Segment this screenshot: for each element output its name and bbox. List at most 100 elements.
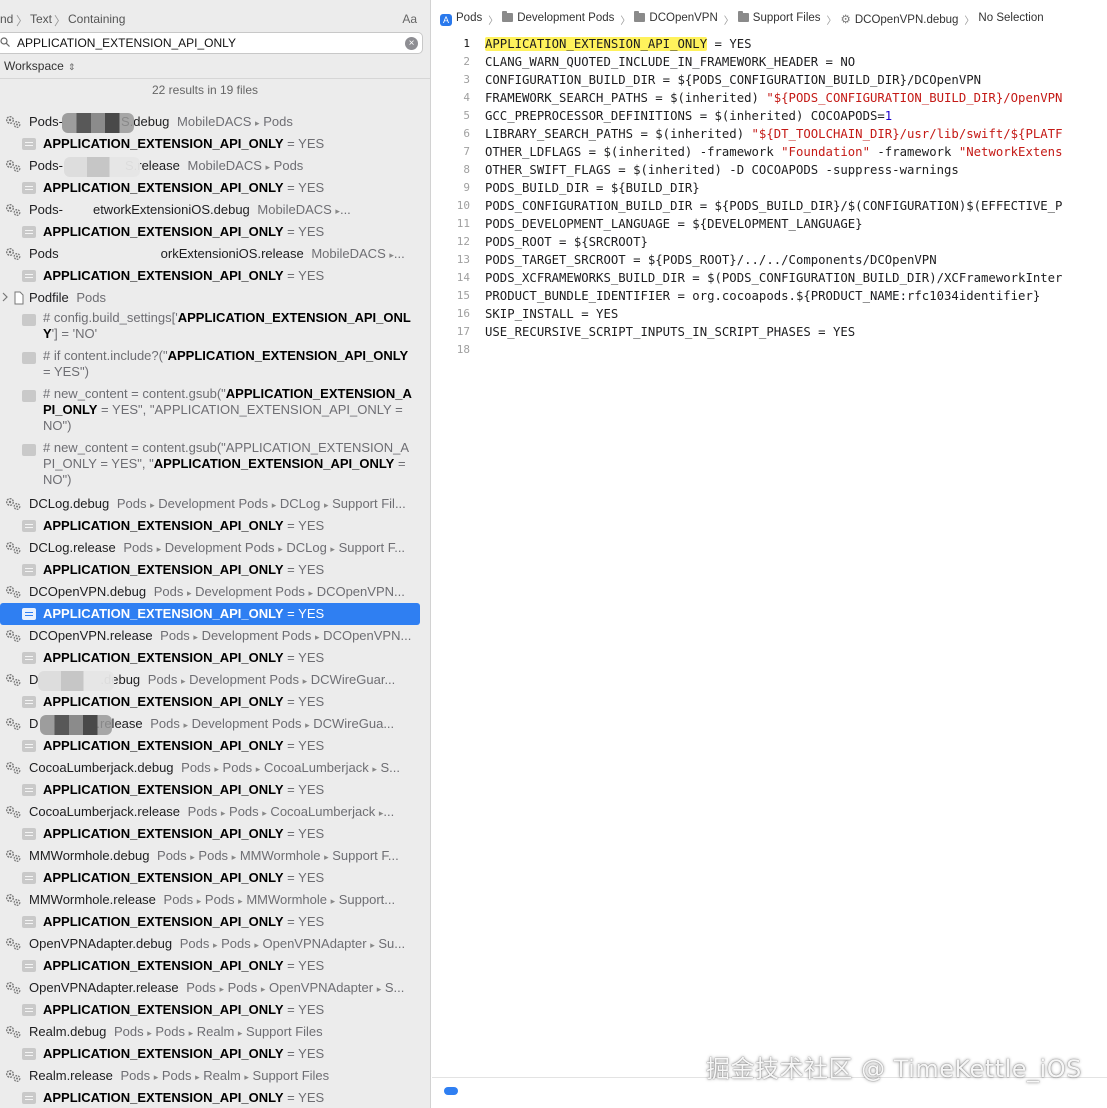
jump-bar-item[interactable]: Support Files [737,11,821,24]
code-line[interactable]: 9 PODS_BUILD_DIR = ${BUILD_DIR} [432,179,1107,197]
result-match-row[interactable]: APPLICATION_EXTENSION_API_ONLY = YES [0,999,430,1021]
result-match-row[interactable]: APPLICATION_EXTENSION_API_ONLY = YES [0,691,430,713]
result-file-row[interactable]: DCLog.release Pods ▸ Development Pods ▸ … [0,537,430,559]
code-line[interactable]: 10 PODS_CONFIGURATION_BUILD_DIR = ${PODS_… [432,197,1107,215]
text-line-icon [22,138,36,150]
code-line[interactable]: 5 GCC_PREPROCESSOR_DEFINITIONS = $(inheri… [432,107,1107,125]
result-file-row[interactable]: Pods- S.debug MobileDACS ▸ Pods [0,111,430,133]
result-match-row[interactable]: APPLICATION_EXTENSION_API_ONLY = YES [0,603,420,625]
breakpoint-toggle-icon[interactable] [444,1087,458,1095]
result-file-row[interactable]: CocoaLumberjack.release Pods ▸ Pods ▸ Co… [0,801,430,823]
code-line[interactable]: 3 CONFIGURATION_BUILD_DIR = ${PODS_CONFIG… [432,71,1107,89]
result-match-row[interactable]: APPLICATION_EXTENSION_API_ONLY = YES [0,911,430,933]
result-match-row[interactable]: APPLICATION_EXTENSION_API_ONLY = YES [0,559,430,581]
chevron-right-icon: ▸ [255,764,261,774]
result-file-row[interactable]: DCLog.debug Pods ▸ Development Pods ▸ DC… [0,493,430,515]
search-input[interactable] [17,35,387,51]
jump-bar-item[interactable]: ⚙ DCOpenVPN.debug [841,12,959,26]
result-file-row[interactable]: Pods-etworkExtensioniOS.debug MobileDACS… [0,199,430,221]
result-file-row[interactable]: OpenVPNAdapter.release Pods ▸ Pods ▸ Ope… [0,977,430,999]
result-file-row[interactable]: Realm.debug Pods ▸ Pods ▸ Realm ▸ Suppor… [0,1021,430,1043]
code-line[interactable]: 13 PODS_TARGET_SRCROOT = ${PODS_ROOT}/../… [432,251,1107,269]
code-line[interactable]: 2 CLANG_WARN_QUOTED_INCLUDE_IN_FRAMEWORK_… [432,53,1107,71]
text-line-icon [22,390,36,402]
file-path: Pods ▸ Development Pods ▸ DCOpenVPN... [156,628,412,643]
code-line[interactable]: 17 USE_RECURSIVE_SCRIPT_INPUTS_IN_SCRIPT_… [432,323,1107,341]
text-line-icon [22,352,36,364]
jump-bar-item[interactable]: DCOpenVPN [634,11,718,24]
result-match-row[interactable]: APPLICATION_EXTENSION_API_ONLY = YES [0,515,430,537]
result-match-row[interactable]: # new_content = content.gsub("APPLICATIO… [0,439,430,493]
clear-search-icon[interactable]: × [405,37,418,50]
result-file-row[interactable]: Pods orkExtensioniOS.release MobileDACS ▸… [0,243,430,265]
result-match-row[interactable]: APPLICATION_EXTENSION_API_ONLY = YES [0,955,430,977]
code-line[interactable]: 4 FRAMEWORK_SEARCH_PATHS = $(inherited) "… [432,89,1107,107]
chevron-right-icon: ▸ [323,500,329,510]
xcconfig-file-icon [5,718,21,730]
result-file-row[interactable]: CocoaLumberjack.debug Pods ▸ Pods ▸ Coco… [0,757,430,779]
find-type-menu[interactable]: Text [30,12,52,26]
code-line[interactable]: 8 OTHER_SWIFT_FLAGS = $(inherited) -D COC… [432,161,1107,179]
result-match-row[interactable]: APPLICATION_EXTENSION_API_ONLY = YES [0,221,430,243]
code-area[interactable]: 1 APPLICATION_EXTENSION_API_ONLY = YES 2 CL… [432,35,1107,359]
text-line-icon [22,916,36,928]
text-line-icon [22,182,36,194]
result-file-row[interactable]: MMWormhole.release Pods ▸ Pods ▸ MMWormh… [0,889,430,911]
result-file-row[interactable]: OpenVPNAdapter.debug Pods ▸ Pods ▸ OpenV… [0,933,430,955]
result-file-row[interactable]: Pods- S.release MobileDACS ▸ Pods [0,155,430,177]
code-line[interactable]: 7 OTHER_LDFLAGS = $(inherited) -framework… [432,143,1107,161]
jump-bar-item[interactable]: Development Pods [502,11,614,24]
result-match-row[interactable]: APPLICATION_EXTENSION_API_ONLY = YES [0,779,430,801]
match-text: APPLICATION_EXTENSION_API_ONLY = YES [43,136,325,151]
code-line[interactable]: 14 PODS_XCFRAMEWORKS_BUILD_DIR = $(PODS_C… [432,269,1107,287]
result-match-row[interactable]: APPLICATION_EXTENSION_API_ONLY = YES [0,1087,430,1108]
text-line-icon [22,270,36,282]
find-criteria-menu[interactable]: Containing [68,12,125,26]
code-line[interactable]: 11 PODS_DEVELOPMENT_LANGUAGE = ${DEVELOPM… [432,215,1107,233]
code-line[interactable]: 12 PODS_ROOT = ${SRCROOT} [432,233,1107,251]
code-text: APPLICATION_EXTENSION_API_ONLY = YES [485,35,752,53]
result-file-row[interactable]: Podfile Pods [0,287,430,309]
result-file-row[interactable]: D .release Pods ▸ Development Pods ▸ DCWi… [0,713,430,735]
file-name: OpenVPNAdapter.debug Pods ▸ Pods ▸ OpenV… [29,936,406,951]
result-file-row[interactable]: Realm.release Pods ▸ Pods ▸ Realm ▸ Supp… [0,1065,430,1087]
file-path: Pods ▸ Pods ▸ MMWormhole ▸ Support... [159,892,396,907]
result-match-row[interactable]: APPLICATION_EXTENSION_API_ONLY = YES [0,133,430,155]
match-case-toggle[interactable]: Aa [402,12,417,26]
file-name: Pods-etworkExtensioniOS.debug MobileDACS… [29,202,351,217]
find-mode-menu[interactable]: nd [0,12,13,26]
result-match-row[interactable]: APPLICATION_EXTENSION_API_ONLY = YES [0,867,430,889]
jump-bar-item[interactable]: No Selection [978,12,1043,24]
result-file-row[interactable]: DCOpenVPN.debug Pods ▸ Development Pods … [0,581,430,603]
result-file-row[interactable]: DCOpenVPN.release Pods ▸ Development Pod… [0,625,430,647]
chevron-right-icon: ▸ [330,544,335,554]
code-line[interactable]: 18 [432,341,1107,359]
code-token: = YES [707,37,752,51]
code-line[interactable]: 6 LIBRARY_SEARCH_PATHS = $(inherited) "${… [432,125,1107,143]
result-file-row[interactable]: D .debug Pods ▸ Development Pods ▸ DCWire… [0,669,430,691]
result-file-row[interactable]: MMWormhole.debug Pods ▸ Pods ▸ MMWormhol… [0,845,430,867]
result-match-row[interactable]: # if content.include?("APPLICATION_EXTEN… [0,347,430,385]
code-line[interactable]: 1 APPLICATION_EXTENSION_API_ONLY = YES [432,35,1107,53]
result-match-row[interactable]: # new_content = content.gsub("APPLICATIO… [0,385,430,439]
result-match-row[interactable]: APPLICATION_EXTENSION_API_ONLY = YES [0,265,430,287]
line-number: 1 [463,37,470,50]
result-match-row[interactable]: APPLICATION_EXTENSION_API_ONLY = YES [0,1043,430,1065]
text-line-icon [22,828,36,840]
line-number: 10 [456,199,470,212]
match-keyword: APPLICATION_EXTENSION_API_ONLY [43,224,284,239]
file-path: Pods ▸ Pods ▸ CocoaLumberjack ▸ S... [177,760,400,775]
search-scope-menu[interactable]: Workspace ⇕ [4,59,75,73]
result-match-row[interactable]: # config.build_settings['APPLICATION_EXT… [0,309,430,347]
code-line[interactable]: 16 SKIP_INSTALL = YES [432,305,1107,323]
result-match-row[interactable]: APPLICATION_EXTENSION_API_ONLY = YES [0,647,430,669]
code-line[interactable]: 15 PRODUCT_BUNDLE_IDENTIFIER = org.cocoap… [432,287,1107,305]
jump-bar-item[interactable]: A Pods [440,12,482,26]
result-match-row[interactable]: APPLICATION_EXTENSION_API_ONLY = YES [0,823,430,845]
result-match-row[interactable]: APPLICATION_EXTENSION_API_ONLY = YES [0,735,430,757]
search-icon [0,37,10,47]
text-line-icon [22,1004,36,1016]
result-match-row[interactable]: APPLICATION_EXTENSION_API_ONLY = YES [0,177,430,199]
search-field[interactable]: × [0,32,423,54]
match-text: APPLICATION_EXTENSION_API_ONLY = YES [43,180,325,195]
